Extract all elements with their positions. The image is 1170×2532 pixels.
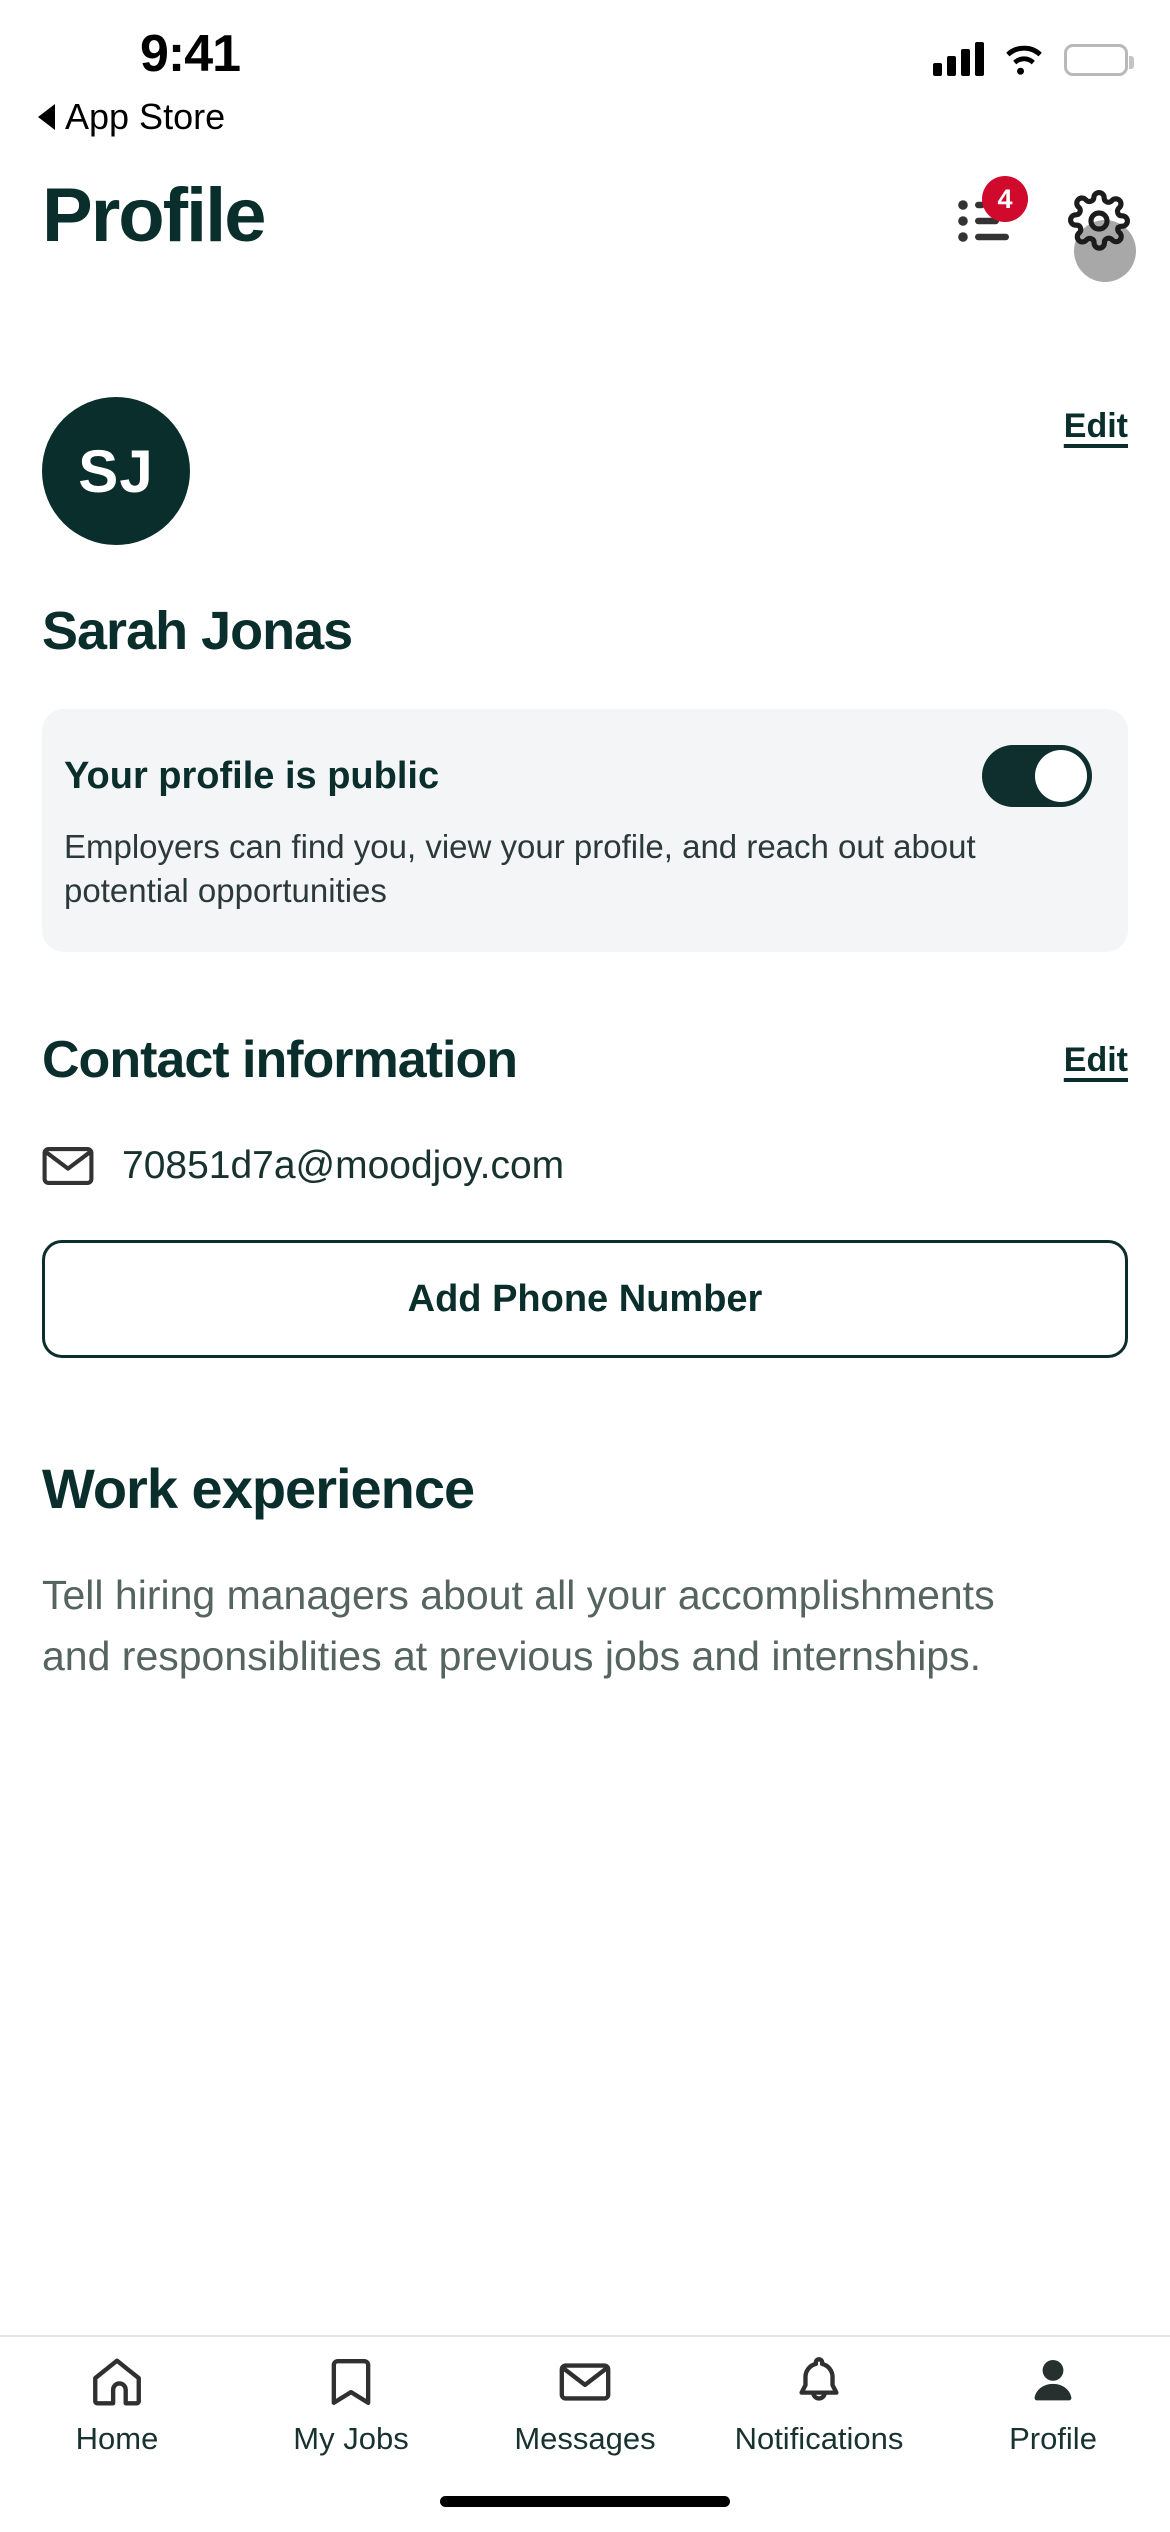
contact-section-header: Contact information Edit <box>42 1030 1128 1090</box>
edit-profile-link[interactable]: Edit <box>1064 407 1128 446</box>
avatar[interactable]: SJ <box>42 397 190 545</box>
back-arrow-icon <box>38 104 55 130</box>
tab-profile[interactable]: Profile <box>936 2353 1170 2457</box>
avatar-row: SJ Edit <box>42 397 1128 582</box>
page-header: Profile 4 <box>0 150 1170 325</box>
bell-icon <box>799 2357 839 2401</box>
public-profile-card: Your profile is public Employers can fin… <box>42 709 1128 953</box>
status-bar: 9:41 App Store <box>0 0 1170 150</box>
public-profile-title: Your profile is public <box>64 754 440 797</box>
email-value: 70851d7a@moodjoy.com <box>122 1144 565 1188</box>
wifi-icon <box>1006 45 1042 75</box>
toggle-knob <box>1035 750 1087 802</box>
home-icon <box>93 2358 141 2406</box>
battery-full-icon <box>1064 44 1134 76</box>
bottom-tab-bar: Home My Jobs Messages Notifications Prof… <box>0 2335 1170 2470</box>
page-title: Profile <box>42 173 266 258</box>
tab-notifications[interactable]: Notifications <box>702 2353 936 2457</box>
work-experience-description: Tell hiring managers about all your acco… <box>42 1572 995 1679</box>
back-label: App Store <box>65 96 226 137</box>
cellular-signal-icon <box>933 42 984 76</box>
header-actions: 4 <box>954 176 1136 282</box>
public-profile-toggle[interactable] <box>982 745 1092 807</box>
edit-contact-link[interactable]: Edit <box>1064 1041 1128 1080</box>
profile-content: SJ Edit Sarah Jonas Your profile is publ… <box>0 325 1170 2335</box>
home-indicator-area <box>0 2470 1170 2532</box>
tab-my-jobs[interactable]: My Jobs <box>234 2353 468 2457</box>
envelope-icon <box>42 1147 94 1186</box>
settings-button[interactable] <box>1068 190 1136 282</box>
avatar-initials: SJ <box>78 437 154 505</box>
add-phone-number-button[interactable]: Add Phone Number <box>42 1240 1128 1359</box>
notifications-list-button[interactable]: 4 <box>954 176 1028 252</box>
tab-home[interactable]: Home <box>0 2353 234 2457</box>
gear-icon <box>1068 190 1130 251</box>
bookmark-icon <box>331 2359 371 2405</box>
profile-name: Sarah Jonas <box>42 601 353 661</box>
tab-notifications-label: Notifications <box>734 2421 904 2456</box>
status-indicators <box>933 42 1134 76</box>
profile-screen: 9:41 App Store Profile 4 SJ Edit Sarah J… <box>0 0 1170 2532</box>
envelope-icon <box>559 2363 611 2401</box>
tab-messages-label: Messages <box>514 2421 656 2456</box>
tab-my-jobs-label: My Jobs <box>293 2421 409 2456</box>
status-time: 9:41 <box>140 25 241 83</box>
tab-profile-label: Profile <box>1009 2421 1097 2456</box>
person-icon <box>1034 2360 1072 2401</box>
contact-section-title: Contact information <box>42 1031 518 1090</box>
tab-messages[interactable]: Messages <box>468 2353 702 2457</box>
public-profile-header: Your profile is public <box>64 745 1092 807</box>
work-experience-title: Work experience <box>42 1457 475 1521</box>
tab-home-label: Home <box>75 2421 159 2456</box>
public-profile-description: Employers can find you, view your profil… <box>64 828 976 909</box>
home-indicator[interactable] <box>440 2495 730 2507</box>
email-row[interactable]: 70851d7a@moodjoy.com <box>42 1144 1128 1188</box>
back-to-app-store[interactable]: App Store <box>38 96 225 138</box>
status-badge: 4 <box>982 176 1028 222</box>
